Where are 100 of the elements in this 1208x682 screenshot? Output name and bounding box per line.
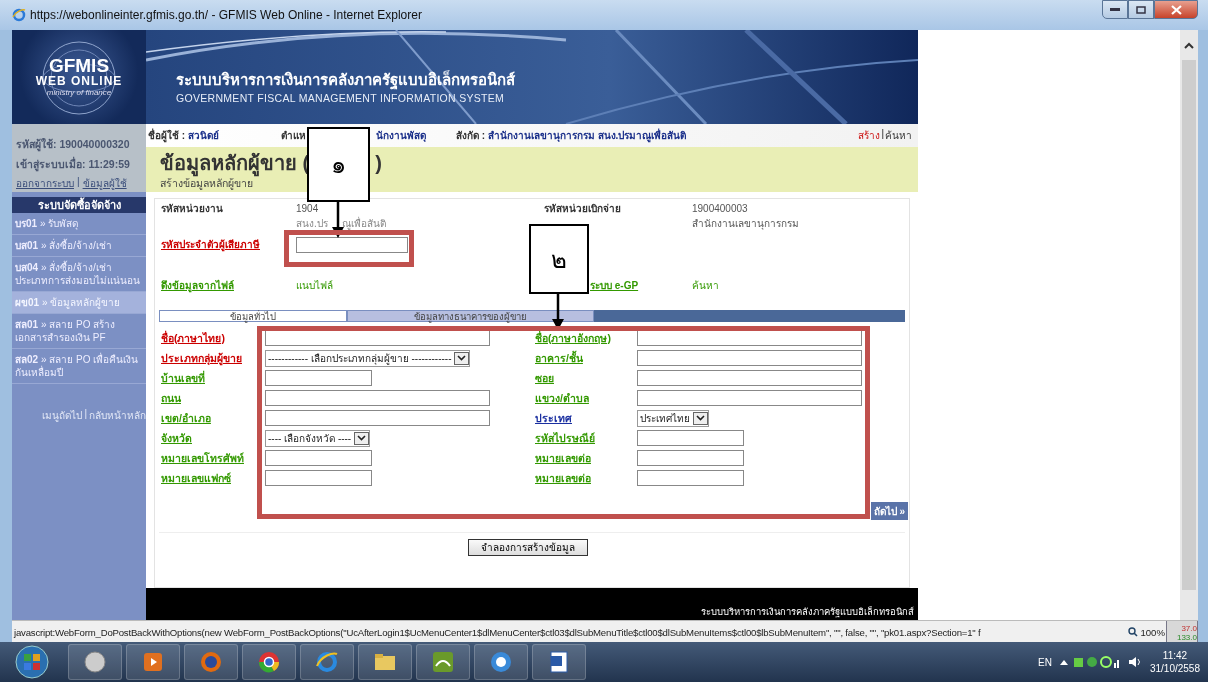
scrollbar-thumb[interactable]: [1182, 60, 1196, 590]
create-link[interactable]: สร้าง: [858, 128, 881, 143]
menu-item[interactable]: สล02 » สลาย PO เพื่อคืนเงินกันเหลื่อมปี: [12, 349, 146, 384]
clock-time[interactable]: 11:42: [1162, 649, 1188, 662]
search-link[interactable]: ค้นหา: [885, 128, 912, 143]
egp-link[interactable]: ระบบ e-GP: [590, 279, 639, 291]
import-file-link[interactable]: ดึงข้อมูลจากไฟล์: [161, 277, 296, 293]
pay-code-label: รหัสหน่วยเบิกจ่าย: [544, 201, 622, 216]
page-subtitle: สร้างข้อมูลหลักผู้ขาย: [160, 177, 254, 192]
tax-id-label[interactable]: รหัสประจำตัวผู้เสียภาษี: [161, 237, 296, 252]
banner-title: ระบบบริหารการเงินการคลังภาครัฐแบบอิเล็กทรอนิกส์: [176, 69, 516, 92]
text-field[interactable]: [265, 370, 372, 386]
field-label[interactable]: หมายเลขต่อ: [535, 449, 637, 467]
field-label[interactable]: ถนน: [161, 389, 265, 407]
user-name-label: ชื่อผู้ใช้ :: [148, 128, 186, 143]
separator: |: [77, 176, 80, 189]
text-field[interactable]: [265, 410, 490, 426]
menu-item[interactable]: บส01 » สั่งซื้อ/จ้าง/เช่า: [12, 235, 146, 257]
position-value: นักงานพัสดุ: [375, 129, 426, 143]
document-app-icon[interactable]: [532, 644, 586, 680]
menu-item[interactable]: ผข01 » ข้อมูลหลักผู้ขาย: [12, 292, 146, 314]
field-label[interactable]: อาคาร/ชั้น: [535, 349, 637, 367]
minimize-icon: [1110, 7, 1120, 12]
meter-widget: 37.0 133.0: [1166, 621, 1198, 643]
callout-box: ๒: [529, 224, 589, 294]
user-name: สวนิดย์: [187, 129, 219, 143]
field-label[interactable]: ชื่อ(ภาษาไทย): [161, 329, 265, 347]
pay-code: 1900400003: [692, 202, 749, 214]
field-label[interactable]: จังหวัด: [161, 429, 265, 447]
maximize-icon: [1136, 5, 1146, 14]
folder-icon[interactable]: [358, 644, 412, 680]
clock-date[interactable]: 31/10/2558: [1149, 662, 1200, 675]
close-icon: [1170, 4, 1182, 15]
menu-title: ระบบจัดซื้อจัดจ้าง: [12, 197, 146, 213]
text-field[interactable]: [265, 390, 490, 406]
field-label[interactable]: ประเภทกลุ่มผู้ขาย: [161, 349, 265, 367]
dropdown[interactable]: ------------ เลือกประเภทกลุ่มผู้ขาย ------------: [265, 349, 471, 367]
page-title-end: ): [375, 151, 382, 175]
home-link[interactable]: กลับหน้าหลัก: [89, 408, 146, 423]
user-info-link[interactable]: ข้อมูลผู้ใช้: [82, 176, 127, 191]
menu-item[interactable]: บร01 » รับพัสดุ: [12, 213, 146, 235]
text-field[interactable]: [637, 450, 744, 466]
browser-icon[interactable]: [184, 644, 238, 680]
minimize-button[interactable]: [1102, 0, 1128, 19]
unit-name-end: ณูเพื่อสันติ: [341, 218, 386, 229]
field-label[interactable]: หมายเลขต่อ: [535, 469, 637, 487]
maximize-button[interactable]: [1128, 0, 1154, 19]
separator: |: [84, 408, 87, 421]
position-label: ตำแห: [280, 129, 306, 143]
arrow: [332, 202, 344, 238]
logout-link[interactable]: ออกจากระบบ: [16, 176, 74, 191]
unit-code: 1904: [296, 202, 320, 214]
field-label[interactable]: รหัสไปรษณีย์: [535, 429, 637, 447]
field-label[interactable]: ชื่อ(ภาษาอังกฤษ): [535, 329, 637, 347]
text-field[interactable]: [637, 350, 862, 366]
text-field[interactable]: [637, 430, 744, 446]
media-player-icon[interactable]: [126, 644, 180, 680]
close-button[interactable]: [1154, 0, 1198, 19]
status-text: javascript:WebForm_DoPostBackWithOptions(new WebForm_PostBackOptions("UcAfterLogin1$UcMenuCenter1$dlMenuCenter$ctl03$dlSubMenuTitle$ctl00$dlSubMenuItems$ctl00$lbSubMenuItem", "", false, "", "pk01.aspx?Section=1" f: [12, 626, 981, 638]
field-label[interactable]: เขต/อำเภอ: [161, 409, 265, 427]
unit-code-label: รหัสหน่วยงาน: [161, 201, 224, 216]
logo: GFMIS WEB ONLINE ministry of finance: [12, 30, 146, 124]
language-indicator[interactable]: EN: [1038, 656, 1052, 668]
text-field[interactable]: [637, 370, 862, 386]
field-label[interactable]: แขวง/ตำบล: [535, 389, 637, 407]
banner-subtitle: GOVERNMENT FISCAL MANAGEMENT INFORMATION SYSTEM: [176, 92, 506, 104]
save-button[interactable]: จำลองการสร้างข้อมูล: [468, 539, 588, 556]
tax-id-field[interactable]: [296, 236, 408, 253]
tab[interactable]: ข้อมูลทั่วไป: [159, 310, 347, 322]
network-app-icon[interactable]: [416, 644, 470, 680]
music-app-icon[interactable]: [474, 644, 528, 680]
user-id: รหัสผู้ใช้: 190040000320: [16, 137, 131, 153]
browser-icon[interactable]: [300, 644, 354, 680]
pay-unit-name: สำนักงานเลขานุการกรม: [692, 217, 800, 231]
unit-label: สังกัด :: [455, 129, 485, 143]
field-label[interactable]: บ้านเลขที่: [161, 369, 265, 387]
zoom-control[interactable]: 100%: [1125, 626, 1168, 638]
menu-item[interactable]: สล01 » สลาย PO สร้างเอกสารสำรองเงิน PF: [12, 314, 146, 349]
tray-icons[interactable]: [1059, 655, 1120, 669]
separator: |: [881, 128, 884, 141]
caret-icon: [696, 415, 705, 421]
dropdown[interactable]: ---- เลือกจังหวัด ----: [265, 429, 371, 447]
field-label[interactable]: ซอย: [535, 369, 637, 387]
text-field[interactable]: [265, 450, 372, 466]
browser-icon[interactable]: [242, 644, 296, 680]
login-time: เข้าสู่ระบบเมื่อ: 11:29:59: [16, 156, 131, 173]
search-text: ค้นหา: [692, 278, 720, 293]
next-menu-link[interactable]: เมนูถัดไป: [42, 408, 83, 423]
text-field[interactable]: [265, 470, 372, 486]
text-field[interactable]: [637, 390, 862, 406]
field-label[interactable]: หมายเลขแฟกซ์: [161, 469, 265, 487]
field-label[interactable]: หมายเลขโทรศัพท์: [161, 449, 265, 467]
field-label[interactable]: ประเทศ: [535, 409, 637, 427]
unit-name: สนง.ปร: [296, 218, 328, 229]
speaker-icon[interactable]: [1127, 656, 1142, 668]
next-button[interactable]: ถัดไป »: [870, 502, 908, 520]
dropdown[interactable]: ประเทศไทย: [637, 409, 709, 427]
text-field[interactable]: [637, 470, 744, 486]
window-title: https://webonlineinter.gfmis.go.th/ - GFMIS Web Online - Internet Explorer: [30, 8, 422, 22]
tab[interactable]: ข้อมูลทางธนาคารของผู้ขาย: [347, 310, 594, 322]
